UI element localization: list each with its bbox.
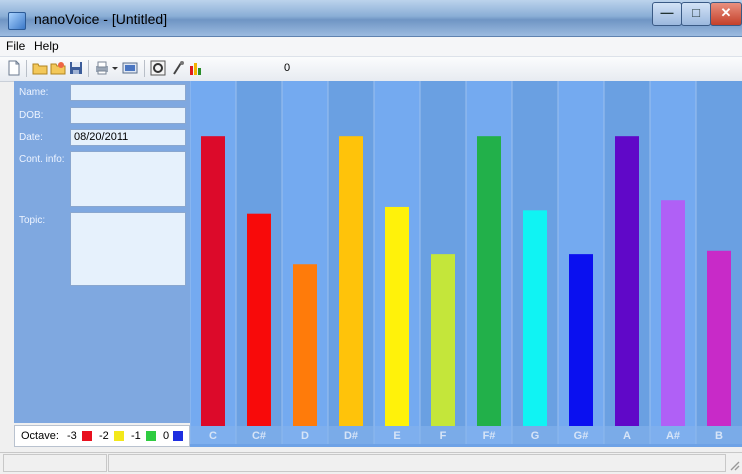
status-panel-main [108,454,726,472]
note-label: D [301,430,309,442]
maximize-icon: □ [692,5,700,20]
status-bar [0,452,742,474]
new-document-icon[interactable] [6,60,22,76]
bar-e [385,206,409,426]
print-icon[interactable] [94,60,110,76]
note-label: F# [483,430,496,442]
topic-label: Topic: [19,215,46,226]
note-label: A# [666,430,680,442]
note-label: F [440,430,447,442]
topic-field[interactable] [70,212,186,286]
octave-minus3-swatch [82,431,92,441]
toolbar-value-readout: 0 [284,62,291,74]
settings-icon[interactable] [150,60,166,76]
minimize-icon: — [660,5,674,20]
octave-label: Octave: [21,430,59,442]
menu-bar: File Help [0,37,742,57]
bar-d-sharp [339,136,363,426]
toolbar-separator [88,60,89,77]
status-panel-left [3,454,107,472]
note-label: G [531,430,540,442]
maximize-button[interactable]: □ [681,2,711,26]
bar-b [707,250,731,426]
dob-field[interactable] [70,107,186,124]
chart-label-strip [190,426,742,444]
close-icon: ✕ [720,5,732,20]
octave-minus3-label: -3 [67,430,77,442]
window-title: nanoVoice - [Untitled] [34,11,168,27]
note-label: A [623,430,631,442]
patient-info-panel: Name: DOB: Date: 08/20/2011 Cont. info: … [14,81,190,423]
note-label: C [209,430,217,442]
bar-g [523,210,547,426]
bar-a [615,136,639,426]
menu-file[interactable]: File [6,39,25,53]
octave-minus2-swatch [114,431,124,441]
bar-a-sharp [661,200,685,426]
bar-g-sharp [569,254,593,426]
save-icon[interactable] [68,60,84,76]
note-label: E [393,430,400,442]
pitch-chart: C C# D D# E F F# G G# A A# B [190,81,742,447]
dropdown-arrow-icon[interactable] [110,60,120,76]
app-icon [8,12,26,30]
bar-d [293,264,317,426]
note-label: C# [252,430,266,442]
resize-grip-icon[interactable] [728,459,740,471]
open-folder-icon[interactable] [32,60,48,76]
note-label: G# [574,430,589,442]
bar-chart-icon[interactable] [188,60,204,76]
octave-minus1-label: -1 [131,430,141,442]
close-button[interactable]: ✕ [710,2,742,26]
bar-f [431,254,455,426]
bar-f-sharp [477,136,501,426]
bar-c [201,136,225,426]
contact-info-label: Cont. info: [19,154,65,165]
minimize-button[interactable]: — [652,2,682,26]
octave-zero-label: 0 [163,430,170,442]
note-label: B [715,430,723,442]
date-field[interactable]: 08/20/2011 [70,129,186,146]
octave-minus1-swatch [146,431,156,441]
dob-label: DOB: [19,110,44,121]
octave-minus2-label: -2 [99,430,109,442]
name-label: Name: [19,87,49,98]
octave-legend: Octave: -3 -2 -1 0 [14,425,190,447]
note-label: D# [344,430,358,442]
toolbar: 0 [0,57,742,82]
octave-zero-swatch [173,431,183,441]
microphone-icon[interactable] [170,60,186,76]
bar-c-sharp [247,213,271,426]
open-recent-icon[interactable] [50,60,66,76]
name-field[interactable] [70,84,186,101]
display-icon[interactable] [122,60,138,76]
title-bar: nanoVoice - [Untitled] — □ ✕ [0,0,742,37]
pitch-bar-chart: C C# D D# E F F# G G# A A# B [190,81,742,444]
contact-info-field[interactable] [70,151,186,207]
menu-help[interactable]: Help [34,39,59,53]
toolbar-separator [144,60,145,77]
toolbar-separator [26,60,27,77]
date-label: Date: [19,132,43,143]
